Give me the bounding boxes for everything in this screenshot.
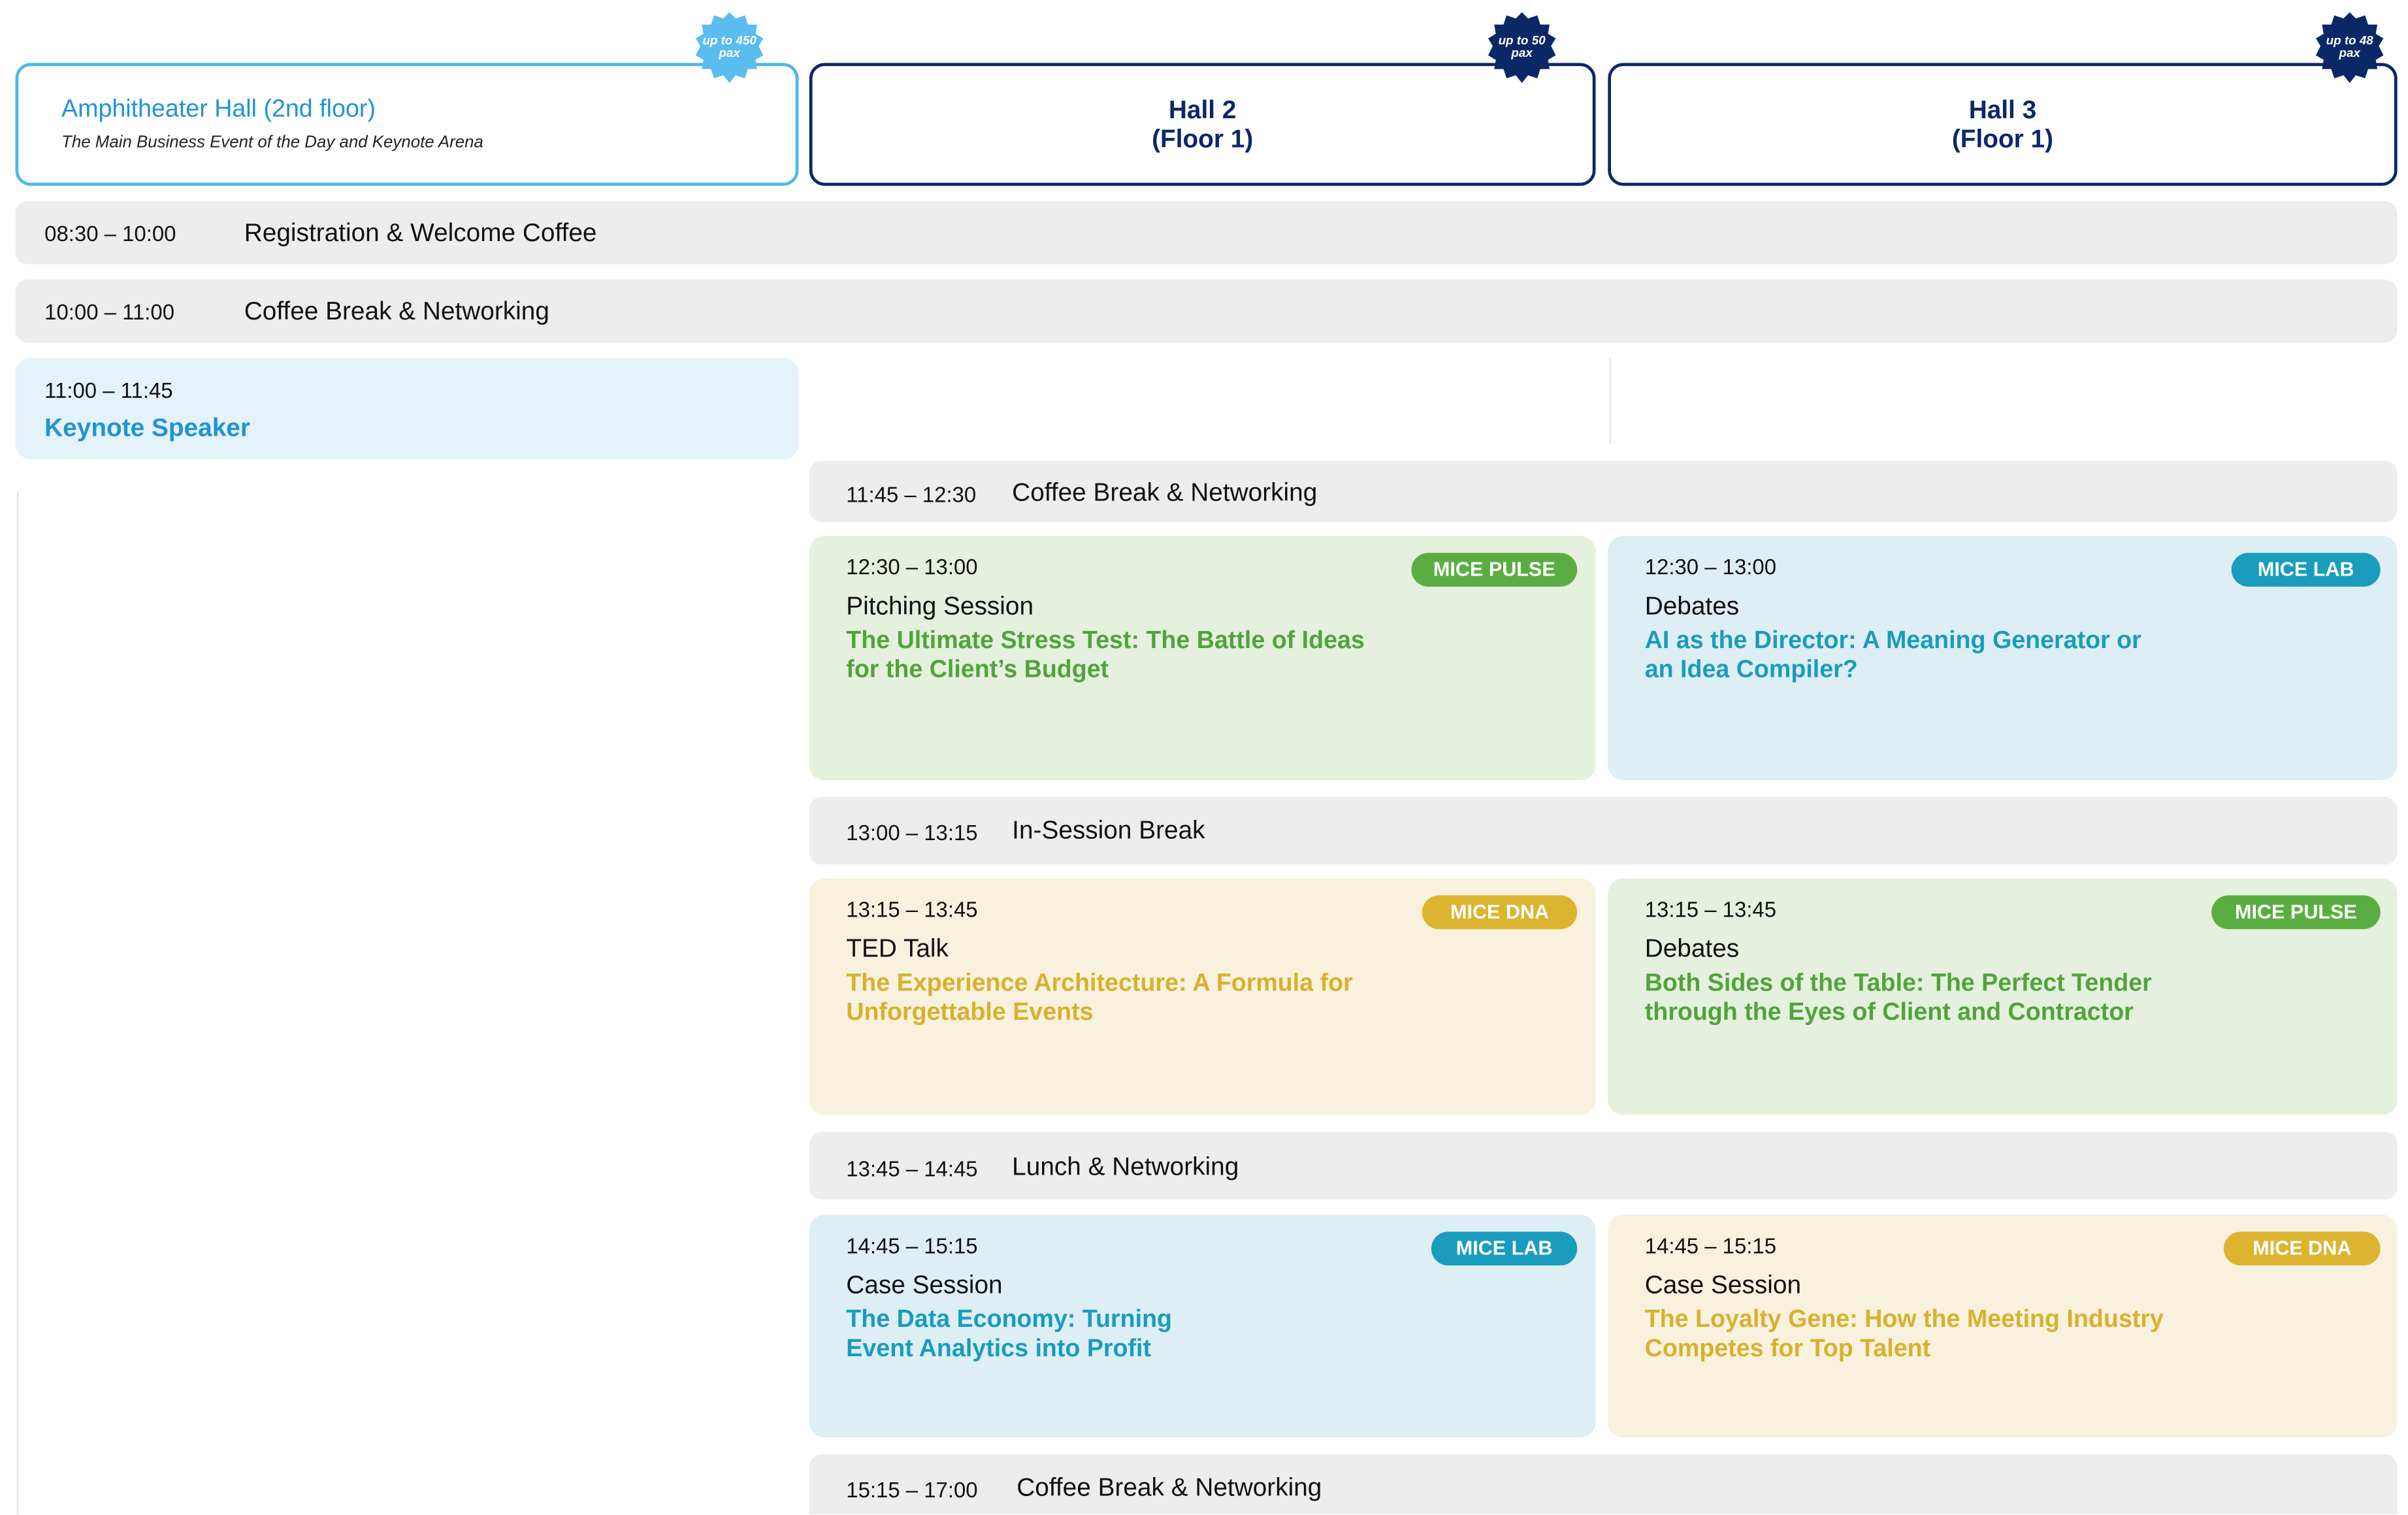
- hall-name-line1: Hall 3: [1968, 97, 2037, 125]
- session-time: 14:45 – 15:15: [846, 1233, 978, 1258]
- hall-subtitle: The Main Business Event of the Day and K…: [61, 133, 483, 152]
- session-time: 12:30 – 13:00: [846, 554, 978, 579]
- keynote-card[interactable]: 11:00 – 11:45 Keynote Speaker: [15, 357, 799, 459]
- hall-name: Hall 2 (Floor 1): [813, 97, 1593, 155]
- session-type: Case Session: [1644, 1271, 1802, 1299]
- capacity-label: up to 450 pax: [702, 33, 757, 60]
- session-type: Debates: [1644, 593, 1740, 621]
- row-label: Lunch & Networking: [1012, 1153, 1239, 1181]
- session-title: AI as the Director: A Meaning Generator …: [1644, 628, 2141, 684]
- row-time: 13:45 – 14:45: [846, 1156, 978, 1181]
- row-label: Coffee Break & Networking: [244, 298, 549, 326]
- capacity-badge-icon: up to 50 pax: [1484, 9, 1561, 86]
- schedule-row-in-session-break[interactable]: 13:00 – 13:15 In-Session Break: [809, 797, 2398, 865]
- schedule-grid: Amphitheater Hall (2nd floor) The Main B…: [0, 0, 2408, 1514]
- session-card[interactable]: 14:45 – 15:15 MICE LAB Case Session The …: [809, 1214, 1596, 1438]
- session-tag: MICE PULSE: [1411, 553, 1578, 587]
- row-time: 11:45 – 12:30: [846, 482, 977, 507]
- capacity-badge-icon: up to 450 pax: [691, 9, 768, 86]
- session-tag: MICE LAB: [1431, 1231, 1578, 1266]
- session-card[interactable]: 13:15 – 13:45 MICE PULSE Debates Both Si…: [1608, 878, 2398, 1115]
- session-time: 12:30 – 13:00: [1644, 554, 1777, 579]
- hall-name-line2: (Floor 1): [1152, 125, 1254, 154]
- row-time: 15:15 – 17:00: [846, 1477, 978, 1503]
- row-label: Coffee Break & Networking: [1012, 479, 1318, 507]
- session-time: 14:45 – 15:15: [1644, 1233, 1777, 1258]
- session-type: Debates: [1644, 935, 1740, 963]
- schedule-row-coffee-break[interactable]: 15:15 – 17:00 Coffee Break & Networking: [809, 1454, 2398, 1514]
- row-label: In-Session Break: [1012, 817, 1205, 845]
- hall-name: Amphitheater Hall (2nd floor): [61, 97, 376, 123]
- row-time: 13:00 – 13:15: [846, 820, 978, 845]
- session-title: Both Sides of the Table: The Perfect Ten…: [1644, 970, 2152, 1026]
- session-card[interactable]: 12:30 – 13:00 MICE LAB Debates AI as the…: [1608, 536, 2398, 781]
- hall-header-hall-2[interactable]: Hall 2 (Floor 1): [809, 63, 1596, 186]
- session-tag: MICE DNA: [1422, 895, 1578, 930]
- schedule-row-registration[interactable]: 08:30 – 10:00 Registration & Welcome Cof…: [15, 201, 2398, 265]
- session-time: 13:15 – 13:45: [846, 896, 978, 922]
- session-title: The Data Economy: Turning Event Analytic…: [846, 1307, 1173, 1363]
- hall-name-line2: (Floor 1): [1951, 125, 2054, 154]
- row-label: Coffee Break & Networking: [1017, 1474, 1322, 1503]
- session-type: Case Session: [846, 1271, 1003, 1299]
- hall-name: Hall 3 (Floor 1): [1611, 97, 2394, 155]
- schedule-row-coffee-break[interactable]: 10:00 – 11:00 Coffee Break & Networking: [15, 279, 2398, 343]
- session-title: Keynote Speaker: [44, 414, 250, 443]
- hall-name-line1: Hall 2: [1168, 97, 1237, 125]
- hall-header-amphitheater[interactable]: Amphitheater Hall (2nd floor) The Main B…: [15, 63, 799, 186]
- session-tag: MICE LAB: [2231, 553, 2381, 587]
- session-tag: MICE DNA: [2223, 1231, 2381, 1266]
- session-card[interactable]: 13:15 – 13:45 MICE DNA TED Talk The Expe…: [809, 878, 1596, 1115]
- capacity-label: up to 48 pax: [2326, 33, 2373, 60]
- hall-header-hall-3[interactable]: Hall 3 (Floor 1): [1608, 63, 2398, 186]
- capacity-label: up to 50 pax: [1498, 33, 1546, 60]
- schedule-row-lunch[interactable]: 13:45 – 14:45 Lunch & Networking: [809, 1132, 2398, 1199]
- capacity-badge-icon: up to 48 pax: [2311, 9, 2388, 86]
- schedule-row-coffee-break[interactable]: 11:45 – 12:30 Coffee Break & Networking: [809, 461, 2398, 523]
- row-label: Registration & Welcome Coffee: [244, 220, 597, 248]
- session-time: 11:00 – 11:45: [44, 378, 173, 402]
- session-type: Pitching Session: [846, 593, 1034, 621]
- session-tag: MICE PULSE: [2211, 895, 2381, 930]
- session-title: The Ultimate Stress Test: The Battle of …: [846, 628, 1365, 684]
- column-divider: [1609, 357, 1611, 444]
- session-card[interactable]: 14:45 – 15:15 MICE DNA Case Session The …: [1608, 1214, 2398, 1438]
- column-divider: [16, 491, 19, 1514]
- row-time: 10:00 – 11:00: [44, 299, 175, 325]
- session-title: The Loyalty Gene: How the Meeting Indust…: [1644, 1307, 2164, 1363]
- session-title: The Experience Architecture: A Formula f…: [846, 970, 1353, 1026]
- session-type: TED Talk: [846, 935, 949, 963]
- session-time: 13:15 – 13:45: [1644, 896, 1777, 922]
- session-card[interactable]: 12:30 – 13:00 MICE PULSE Pitching Sessio…: [809, 536, 1596, 781]
- row-time: 08:30 – 10:00: [44, 221, 176, 246]
